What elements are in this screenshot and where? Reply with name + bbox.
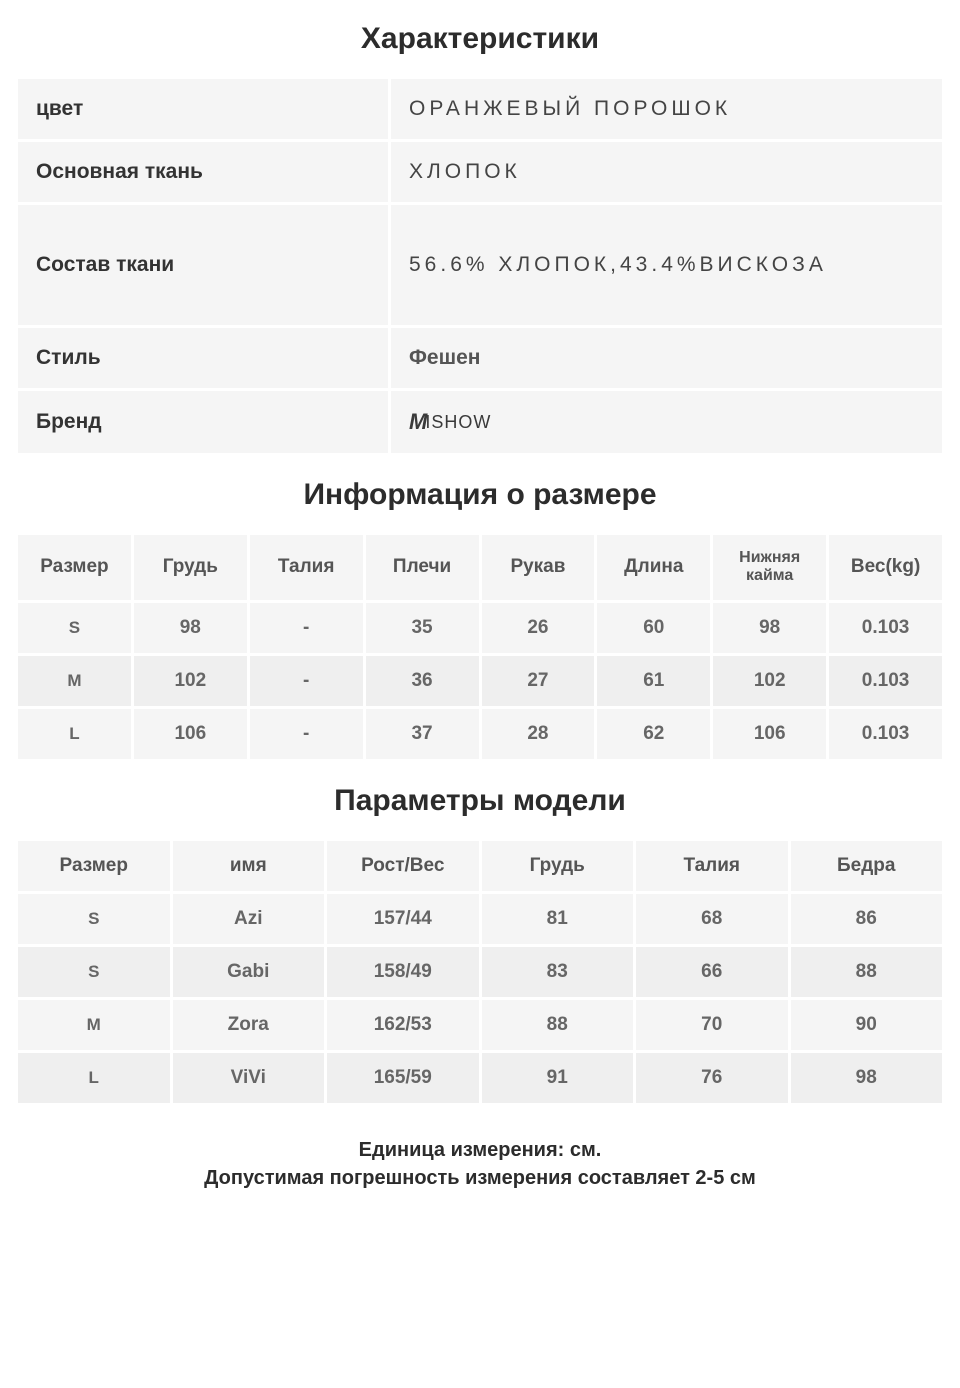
char-label: Бренд <box>18 391 388 453</box>
col-bust: Грудь <box>482 841 634 891</box>
cell-waist: 68 <box>636 894 788 944</box>
table-row: S 98 - 35 26 60 98 0.103 <box>18 603 942 653</box>
cell-sleeve: 27 <box>482 656 595 706</box>
model-params-table: Размер имя Рост/Вес Грудь Талия Бедра S … <box>15 838 945 1106</box>
footer-unit: Единица измерения: см. <box>0 1136 960 1164</box>
cell-bust: 106 <box>134 709 247 759</box>
char-value: MISHOW <box>391 391 942 453</box>
cell-sleeve: 28 <box>482 709 595 759</box>
model-header-row: Размер имя Рост/Вес Грудь Талия Бедра <box>18 841 942 891</box>
char-value: Фешен <box>391 328 942 388</box>
table-row: L 106 - 37 28 62 106 0.103 <box>18 709 942 759</box>
col-waist: Талия <box>636 841 788 891</box>
char-row-style: Стиль Фешен <box>18 328 942 388</box>
cell-name: Zora <box>173 1000 325 1050</box>
cell-waist: - <box>250 656 363 706</box>
cell-hem: 98 <box>713 603 826 653</box>
cell-hw: 157/44 <box>327 894 479 944</box>
cell-waist: 70 <box>636 1000 788 1050</box>
cell-length: 61 <box>597 656 710 706</box>
cell-size: S <box>18 603 131 653</box>
cell-bust: 98 <box>134 603 247 653</box>
char-row-composition: Состав ткани 56.6% ХЛОПОК,43.4%ВИСКОЗА <box>18 205 942 325</box>
cell-size: S <box>18 894 170 944</box>
col-length: Длина <box>597 535 710 600</box>
cell-size: L <box>18 1053 170 1103</box>
cell-hips: 86 <box>791 894 943 944</box>
col-waist: Талия <box>250 535 363 600</box>
cell-waist: - <box>250 709 363 759</box>
cell-weight: 0.103 <box>829 656 942 706</box>
heading-size-info: Информация о размере <box>0 456 960 532</box>
col-bust: Грудь <box>134 535 247 600</box>
table-row: M Zora 162/53 88 70 90 <box>18 1000 942 1050</box>
cell-hw: 162/53 <box>327 1000 479 1050</box>
char-row-fabric: Основная ткань ХЛОПОК <box>18 142 942 202</box>
cell-size: L <box>18 709 131 759</box>
cell-size: M <box>18 1000 170 1050</box>
heading-model-params: Параметры модели <box>0 762 960 838</box>
footer-note: Единица измерения: см. Допустимая погреш… <box>0 1106 960 1210</box>
size-header-row: Размер Грудь Талия Плечи Рукав Длина Ниж… <box>18 535 942 600</box>
char-row-color: цвет ОРАНЖЕВЫЙ ПОРОШОК <box>18 79 942 139</box>
char-label: Стиль <box>18 328 388 388</box>
char-row-brand: Бренд MISHOW <box>18 391 942 453</box>
char-label: Основная ткань <box>18 142 388 202</box>
cell-hw: 158/49 <box>327 947 479 997</box>
char-value: ОРАНЖЕВЫЙ ПОРОШОК <box>391 79 942 139</box>
char-value: ХЛОПОК <box>391 142 942 202</box>
col-hips: Бедра <box>791 841 943 891</box>
cell-hem: 102 <box>713 656 826 706</box>
col-weight: Вес(kg) <box>829 535 942 600</box>
table-row: S Gabi 158/49 83 66 88 <box>18 947 942 997</box>
cell-bust: 102 <box>134 656 247 706</box>
cell-bust: 88 <box>482 1000 634 1050</box>
col-hem: Нижняя кайма <box>713 535 826 600</box>
cell-bust: 83 <box>482 947 634 997</box>
cell-waist: 66 <box>636 947 788 997</box>
cell-size: M <box>18 656 131 706</box>
cell-length: 60 <box>597 603 710 653</box>
cell-hips: 98 <box>791 1053 943 1103</box>
cell-length: 62 <box>597 709 710 759</box>
col-size: Размер <box>18 841 170 891</box>
cell-weight: 0.103 <box>829 603 942 653</box>
char-label: Состав ткани <box>18 205 388 325</box>
cell-bust: 81 <box>482 894 634 944</box>
table-row: L ViVi 165/59 91 76 98 <box>18 1053 942 1103</box>
cell-size: S <box>18 947 170 997</box>
cell-hips: 90 <box>791 1000 943 1050</box>
col-name: имя <box>173 841 325 891</box>
cell-name: Gabi <box>173 947 325 997</box>
brand-logo: MISHOW <box>409 409 924 435</box>
cell-shoulders: 37 <box>366 709 479 759</box>
col-shoulders: Плечи <box>366 535 479 600</box>
table-row: S Azi 157/44 81 68 86 <box>18 894 942 944</box>
cell-shoulders: 36 <box>366 656 479 706</box>
col-sleeve: Рукав <box>482 535 595 600</box>
cell-name: Azi <box>173 894 325 944</box>
cell-hips: 88 <box>791 947 943 997</box>
heading-characteristics: Характеристики <box>0 0 960 76</box>
cell-shoulders: 35 <box>366 603 479 653</box>
char-value: 56.6% ХЛОПОК,43.4%ВИСКОЗА <box>391 205 942 325</box>
col-hw: Рост/Вес <box>327 841 479 891</box>
cell-waist: 76 <box>636 1053 788 1103</box>
cell-weight: 0.103 <box>829 709 942 759</box>
table-row: M 102 - 36 27 61 102 0.103 <box>18 656 942 706</box>
cell-name: ViVi <box>173 1053 325 1103</box>
cell-hw: 165/59 <box>327 1053 479 1103</box>
char-label: цвет <box>18 79 388 139</box>
cell-waist: - <box>250 603 363 653</box>
cell-sleeve: 26 <box>482 603 595 653</box>
footer-tolerance: Допустимая погрешность измерения составл… <box>0 1164 960 1192</box>
col-size: Размер <box>18 535 131 600</box>
cell-bust: 91 <box>482 1053 634 1103</box>
size-info-table: Размер Грудь Талия Плечи Рукав Длина Ниж… <box>15 532 945 762</box>
cell-hem: 106 <box>713 709 826 759</box>
characteristics-table: цвет ОРАНЖЕВЫЙ ПОРОШОК Основная ткань ХЛ… <box>15 76 945 456</box>
